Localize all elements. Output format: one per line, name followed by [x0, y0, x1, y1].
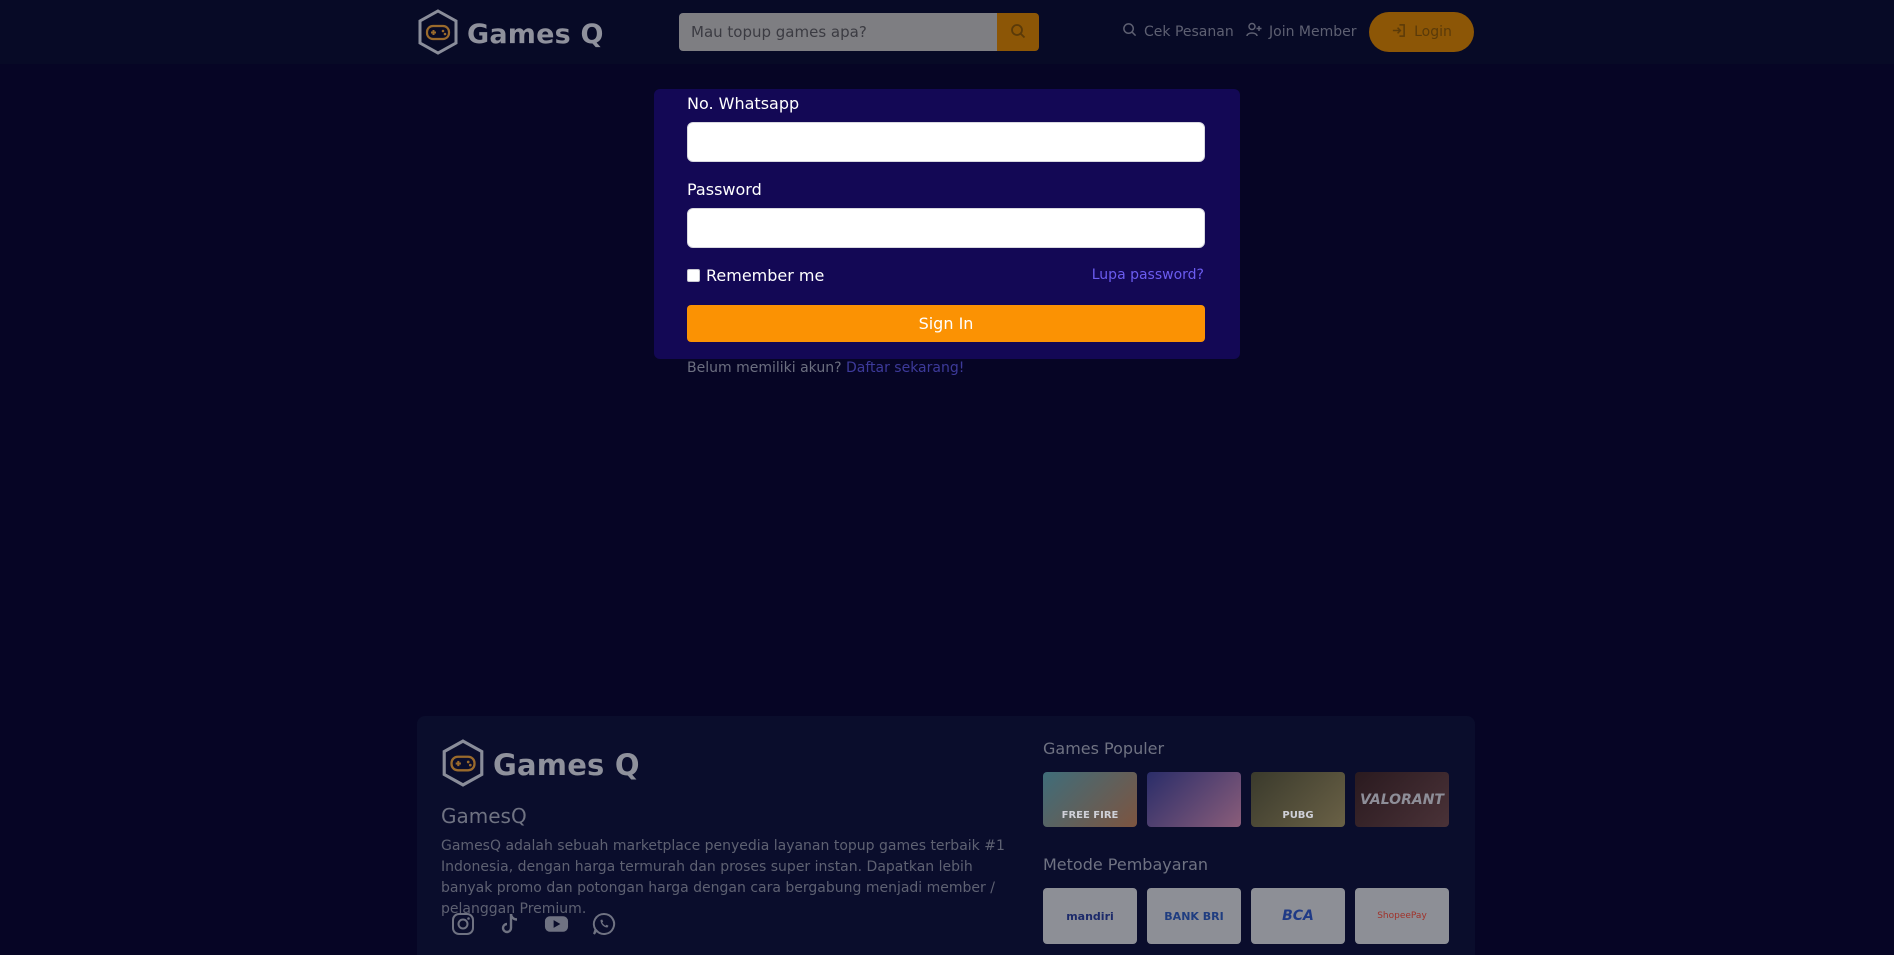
forgot-password-link[interactable]: Lupa password? [1092, 267, 1204, 283]
search-bar [679, 13, 1039, 51]
youtube-icon[interactable] [544, 911, 569, 936]
free-fire-thumbnail[interactable]: FREE FIRE [1043, 772, 1137, 827]
register-prompt: Belum memiliki akun? Daftar sekarang! [687, 360, 964, 376]
payment-methods-title: Metode Pembayaran [1043, 855, 1209, 874]
valorant-thumbnail[interactable]: VALORANT [1355, 772, 1449, 827]
search-input[interactable] [679, 13, 997, 51]
instagram-icon[interactable] [450, 911, 475, 936]
gamepad-hexagon-icon [441, 739, 485, 791]
password-input[interactable] [687, 208, 1205, 248]
shopeepay-logo: ShopeePay [1355, 888, 1449, 944]
footer-brand-logo[interactable]: Games Q [441, 739, 640, 791]
mandiri-logo: mandiri [1043, 888, 1137, 944]
whatsapp-icon[interactable] [591, 911, 616, 936]
payment-methods-list: mandiri BANK BRI BCA ShopeePay [1043, 888, 1449, 944]
user-plus-icon [1246, 22, 1262, 41]
password-label: Password [687, 180, 762, 199]
popular-games-list: FREE FIRE PUBG VALORANT [1043, 772, 1449, 827]
nav-cek-pesanan[interactable]: Cek Pesanan [1122, 22, 1234, 41]
footer-title: GamesQ [441, 804, 527, 828]
nav-cek-pesanan-label: Cek Pesanan [1144, 23, 1234, 40]
nav-join-member-label: Join Member [1269, 23, 1357, 40]
top-header: Games Q Cek Pesanan Join Member Login [0, 0, 1894, 64]
search-icon [1010, 23, 1026, 42]
login-button[interactable]: Login [1369, 12, 1474, 52]
login-arrow-icon [1391, 23, 1406, 42]
footer: Games Q GamesQ GamesQ adalah sebuah mark… [417, 716, 1475, 955]
gamepad-hexagon-icon [417, 9, 459, 59]
popular-games-title: Games Populer [1043, 739, 1165, 758]
login-card: No. Whatsapp Password Remember me Lupa p… [654, 89, 1240, 359]
brand-logo[interactable]: Games Q [417, 9, 604, 59]
tiktok-icon[interactable] [497, 911, 522, 936]
whatsapp-input[interactable] [687, 122, 1205, 162]
register-prompt-text: Belum memiliki akun? [687, 360, 842, 376]
pubg-thumbnail[interactable]: PUBG [1251, 772, 1345, 827]
remember-checkbox[interactable] [687, 269, 700, 282]
search-button[interactable] [997, 13, 1039, 51]
nav-join-member[interactable]: Join Member [1246, 22, 1357, 41]
bank-bri-logo: BANK BRI [1147, 888, 1241, 944]
remember-label: Remember me [706, 266, 825, 285]
remember-me: Remember me [687, 266, 824, 285]
brand-name: Games Q [467, 18, 604, 50]
search-icon [1122, 22, 1137, 41]
mobile-legends-thumbnail[interactable] [1147, 772, 1241, 827]
register-link[interactable]: Daftar sekarang! [846, 360, 964, 376]
bca-logo: BCA [1251, 888, 1345, 944]
footer-brand-name: Games Q [493, 748, 640, 782]
sign-in-button[interactable]: Sign In [687, 305, 1205, 342]
login-button-label: Login [1414, 24, 1452, 40]
footer-description: GamesQ adalah sebuah marketplace penyedi… [441, 838, 1005, 917]
whatsapp-label: No. Whatsapp [687, 94, 800, 113]
social-links [450, 911, 616, 936]
